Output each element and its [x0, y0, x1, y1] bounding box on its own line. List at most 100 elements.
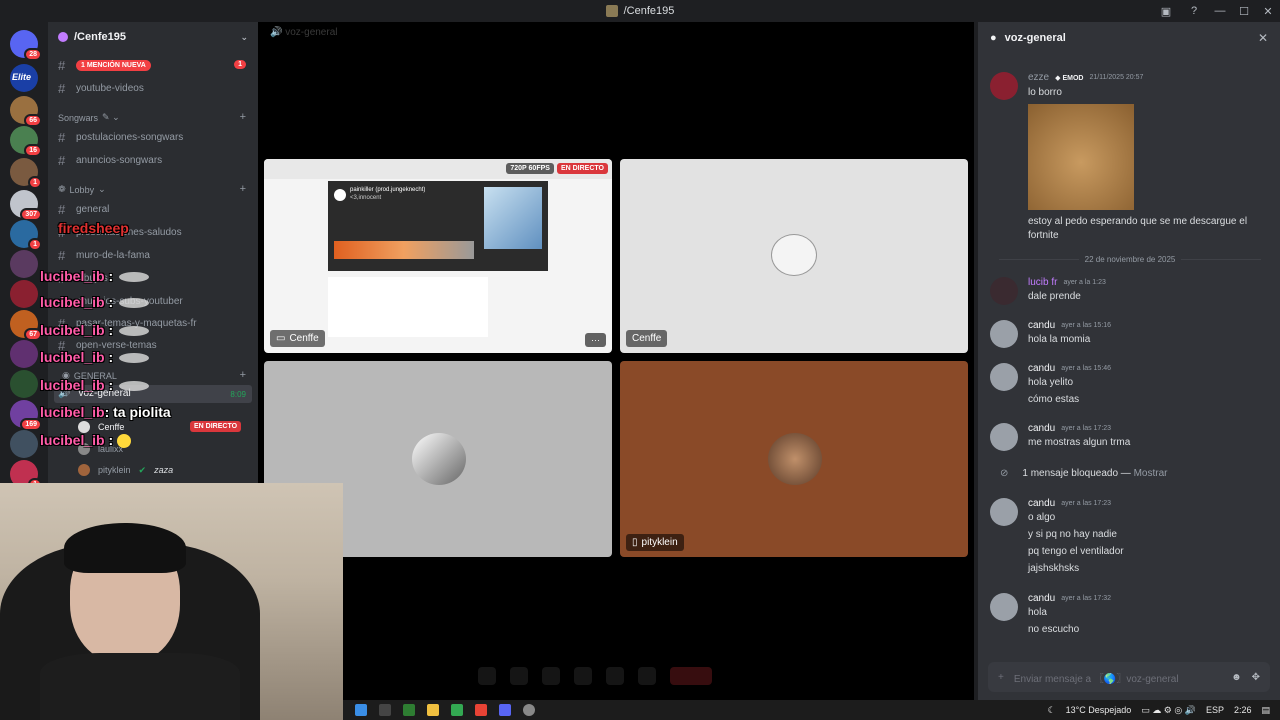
avatar[interactable]: [990, 277, 1018, 305]
overlay-chat-line: lucibel_ib :: [40, 377, 150, 393]
waveform: [334, 241, 474, 259]
apps-icon[interactable]: ✥: [1252, 672, 1260, 683]
channel-mention-row[interactable]: # 1 MENCIÓN NUEVA: [58, 58, 151, 73]
channel-postulaciones-songwars[interactable]: # postulaciones-songwars: [58, 130, 183, 145]
avatar[interactable]: [990, 593, 1018, 621]
attachment-image[interactable]: [1028, 104, 1134, 210]
webcam-overlay: [0, 483, 343, 720]
avatar: [768, 433, 822, 485]
overlay-chat-line: lucibel_ib: ta piolita: [40, 404, 171, 420]
maximize-button[interactable]: ☐: [1232, 5, 1256, 18]
message-composer[interactable]: + Enviar mensaje a 〖🌎〗voz-general ☻ ✥: [988, 662, 1270, 692]
screen-share-icon[interactable]: [542, 667, 560, 685]
overlay-chat-line: lucibel_ib :: [40, 268, 150, 284]
server-icon[interactable]: [10, 250, 38, 278]
notification-icon[interactable]: ▤: [1261, 705, 1270, 716]
activities-icon[interactable]: [574, 667, 592, 685]
more-icon[interactable]: [638, 667, 656, 685]
avatar[interactable]: [990, 320, 1018, 348]
server-icon[interactable]: 66: [10, 96, 42, 127]
server-icon[interactable]: Elite: [10, 64, 38, 92]
channel-youtube-videos[interactable]: # youtube-videos: [58, 81, 144, 96]
message-header: candu ayer a las 15:46: [1028, 363, 1112, 374]
emoji-icon[interactable]: ☻: [1231, 672, 1242, 683]
app-icon[interactable]: [403, 704, 415, 716]
folder-icon[interactable]: [427, 704, 439, 716]
server-icon[interactable]: 1: [10, 220, 42, 251]
server-icon[interactable]: [10, 340, 38, 368]
mic-icon[interactable]: [478, 667, 496, 685]
minimize-button[interactable]: —: [1208, 5, 1232, 17]
server-icon[interactable]: 1: [10, 158, 42, 189]
server-icon[interactable]: 16: [10, 126, 42, 157]
add-channel-icon[interactable]: +: [240, 369, 246, 381]
more-options-button[interactable]: ···: [585, 333, 606, 347]
blocked-icon: ⊘: [1000, 468, 1009, 479]
call-area: 🔊 voz-general painkiller (prod.jungeknec…: [258, 22, 974, 700]
server-icon[interactable]: 67: [10, 310, 42, 341]
add-channel-icon[interactable]: +: [240, 183, 246, 195]
app-icon[interactable]: [379, 704, 391, 716]
window-icon[interactable]: [355, 704, 367, 716]
mention-badge: 16: [24, 144, 42, 157]
message-header: candu ayer a las 17:32: [1028, 593, 1112, 604]
show-blocked-link[interactable]: Mostrar: [1134, 468, 1168, 479]
channel-anuncios-songwars[interactable]: # anuncios-songwars: [58, 153, 162, 168]
voice-user-pityklein[interactable]: pityklein ✔ zaza: [78, 464, 173, 476]
help-icon[interactable]: ?: [1180, 5, 1208, 17]
participant-tile[interactable]: ▯ pityklein: [620, 361, 968, 557]
mention-count-badge: 1: [234, 60, 246, 69]
tray-icons[interactable]: ▭ ☁ ⚙ ◎ 🔊: [1141, 705, 1196, 716]
app-icon[interactable]: [451, 704, 463, 716]
mention-badge: 66: [24, 114, 42, 127]
server-icon[interactable]: [10, 430, 38, 458]
message-input[interactable]: Enviar mensaje a 〖🌎〗voz-general: [1014, 670, 1179, 685]
channel-general[interactable]: # general: [58, 202, 109, 217]
add-attachment-icon[interactable]: +: [998, 672, 1004, 683]
avatar[interactable]: [990, 498, 1018, 526]
close-window-button[interactable]: ✕: [1256, 5, 1280, 18]
message-header: candu ayer a las 15:16: [1028, 320, 1112, 331]
server-icon[interactable]: [10, 280, 38, 308]
avatar[interactable]: [990, 423, 1018, 451]
guild-header[interactable]: /Cenfe195 ⌄: [48, 22, 258, 52]
server-icon[interactable]: 169: [10, 400, 42, 431]
hair: [64, 523, 186, 573]
message-header: candu ayer a las 17:23: [1028, 498, 1112, 509]
chat-panel: ● voz-general ✕ ezze ◆ EMOD 21/11/2025 2…: [978, 22, 1280, 700]
close-icon[interactable]: ✕: [1258, 31, 1268, 45]
weather-icon: ☾: [1047, 704, 1056, 715]
avatar[interactable]: [990, 72, 1018, 100]
hash-icon: #: [58, 130, 66, 145]
window-titlebar: /Cenfe195 ▣ ? — ☐ ✕: [0, 0, 1280, 22]
song-player: painkiller (prod.jungeknecht) <3,innocen…: [328, 181, 548, 271]
disconnect-button[interactable]: [670, 667, 712, 685]
mention-pill[interactable]: 1 MENCIÓN NUEVA: [76, 60, 151, 71]
message-header: candu ayer a las 17:23: [1028, 423, 1112, 434]
participant-tile[interactable]: Cenffe: [620, 159, 968, 353]
emote-icon: [119, 353, 150, 364]
camera-icon[interactable]: [510, 667, 528, 685]
category-lobby[interactable]: ❁ Lobby ⌄: [58, 184, 106, 195]
gear-icon: ❁: [58, 184, 66, 194]
obs-icon[interactable]: [523, 704, 535, 716]
call-header: 🔊 voz-general: [270, 27, 338, 38]
stream-tile[interactable]: painkiller (prod.jungeknecht) <3,innocen…: [264, 159, 612, 353]
avatar[interactable]: [990, 363, 1018, 391]
play-icon: [334, 189, 346, 201]
server-icon: [605, 5, 618, 17]
soundboard-icon[interactable]: [606, 667, 624, 685]
server-icon[interactable]: 28: [10, 30, 42, 61]
hash-icon: #: [58, 81, 66, 96]
discord-icon[interactable]: [499, 704, 511, 716]
add-channel-icon[interactable]: +: [240, 111, 246, 123]
category-songwars[interactable]: Songwars ✎ ⌄: [58, 112, 120, 123]
channel-muro-de-la-fama[interactable]: # muro-de-la-fama: [58, 248, 150, 263]
role-badge: ◆ EMOD: [1055, 74, 1084, 82]
inbox-icon[interactable]: ▣: [1152, 5, 1180, 18]
shirt: [40, 653, 240, 720]
server-icon[interactable]: [10, 370, 38, 398]
message-header: ezze ◆ EMOD 21/11/2025 20:57: [1028, 72, 1144, 83]
chrome-icon[interactable]: [475, 704, 487, 716]
server-icon[interactable]: 307: [10, 190, 42, 221]
